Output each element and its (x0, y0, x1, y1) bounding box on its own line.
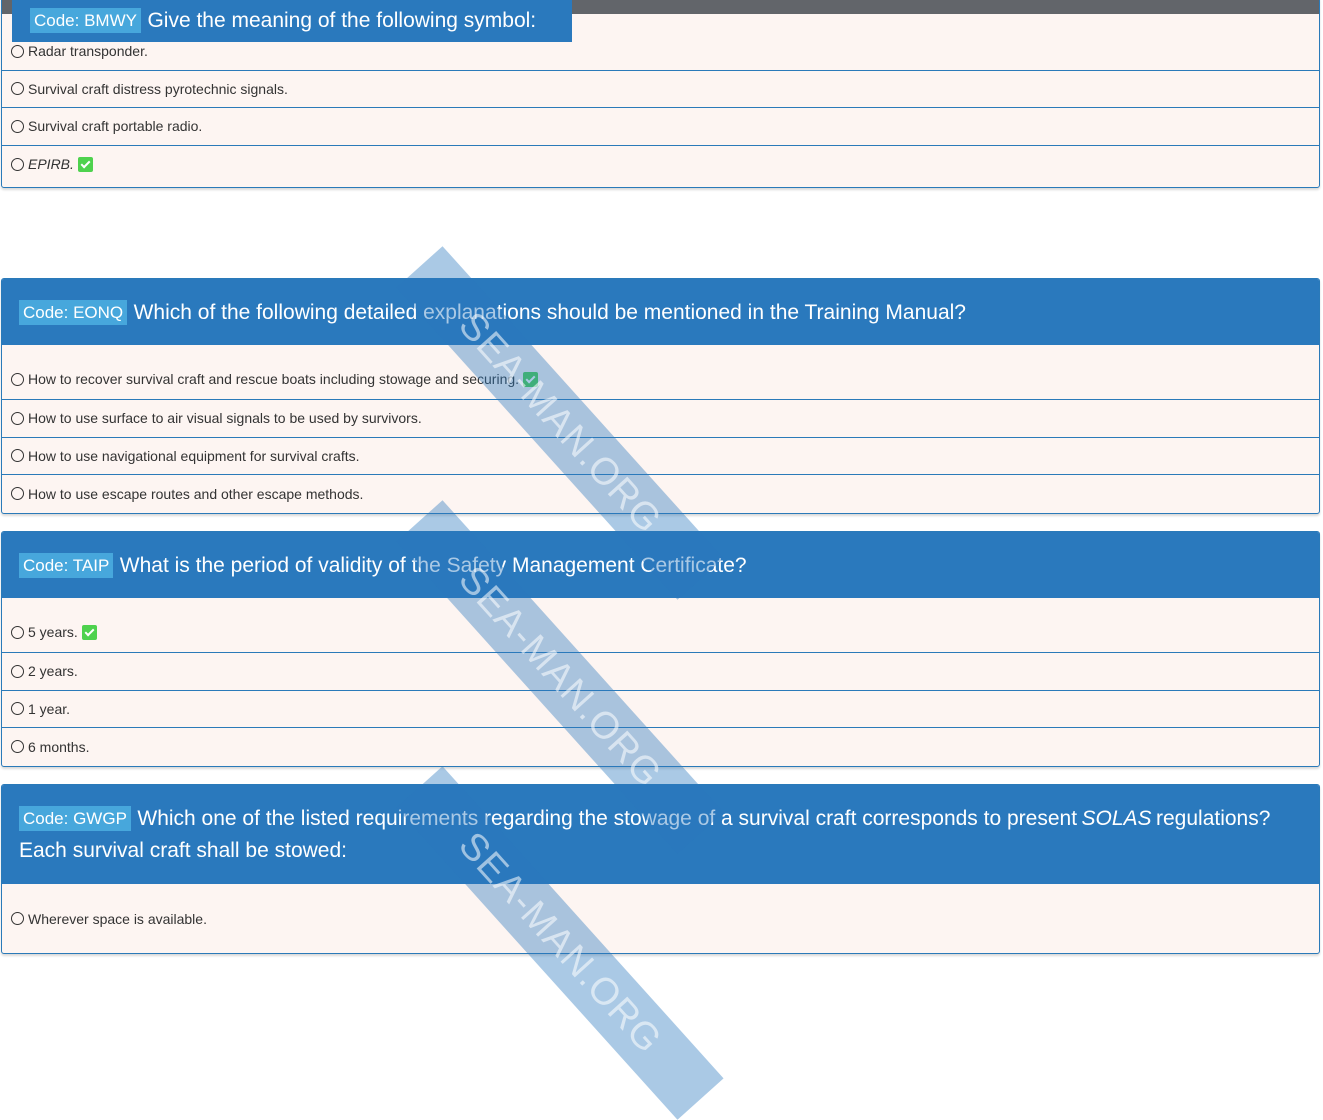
answer-option[interactable]: Survival craft portable radio. (2, 108, 1319, 146)
answer-option[interactable]: How to use surface to air visual signals… (2, 400, 1319, 438)
option-label: EPIRB. (28, 156, 74, 173)
question-code-badge: Code: TAIP (19, 553, 114, 578)
options-list: Wherever space is available. (2, 884, 1319, 939)
option-label: 6 months. (28, 738, 90, 755)
answer-option[interactable]: 1 year. (2, 691, 1319, 728)
answer-option[interactable]: EPIRB. (2, 146, 1319, 184)
question-card-taip: Code: TAIP What is the period of validit… (1, 531, 1320, 767)
option-label: Survival craft distress pyrotechnic sign… (28, 80, 288, 97)
option-label: How to use surface to air visual signals… (28, 410, 422, 427)
answer-option[interactable]: How to use navigational equipment for su… (2, 438, 1319, 475)
question-card-eonq: Code: EONQ Which of the following detail… (1, 278, 1320, 514)
answer-option[interactable]: How to recover survival craft and rescue… (2, 345, 1319, 400)
radio-icon[interactable] (11, 912, 24, 925)
radio-icon[interactable] (11, 740, 24, 754)
radio-icon[interactable] (11, 625, 24, 639)
radio-icon[interactable] (11, 411, 24, 425)
radio-icon[interactable] (11, 82, 24, 96)
question-header: Code: TAIP What is the period of validit… (2, 532, 1319, 598)
options-list: 5 years. 2 years. 1 year. 6 months. (2, 598, 1319, 766)
question-text: Give the meaning of the following symbol… (147, 9, 537, 32)
radio-icon[interactable] (11, 372, 24, 386)
question-card-gwgp: Code: GWGP Which one of the listed requi… (1, 784, 1320, 954)
question-text: Which one of the listed requirements reg… (137, 807, 1078, 830)
question-title-banner: Code: BMWY Give the meaning of the follo… (12, 0, 572, 42)
correct-check-icon (523, 371, 539, 387)
option-label: 2 years. (28, 663, 78, 680)
answer-option[interactable]: 2 years. (2, 653, 1319, 691)
option-label: 5 years. (28, 624, 78, 640)
option-label: Survival craft portable radio. (28, 118, 203, 135)
question-text: Which of the following detailed explanat… (133, 301, 966, 324)
option-label: Wherever space is available. (28, 910, 207, 927)
radio-icon[interactable] (11, 157, 24, 171)
options-list: Radar transponder. Survival craft distre… (2, 33, 1319, 183)
question-code-badge: Code: EONQ (19, 300, 128, 325)
radio-icon[interactable] (11, 702, 24, 716)
answer-option[interactable]: Wherever space is available. (2, 884, 1319, 939)
radio-icon[interactable] (11, 119, 24, 133)
answer-option[interactable]: 5 years. (2, 598, 1319, 653)
radio-icon[interactable] (11, 449, 24, 463)
options-list: How to recover survival craft and rescue… (2, 345, 1319, 513)
question-text: What is the period of validity of the Sa… (119, 554, 747, 577)
answer-option[interactable]: Survival craft distress pyrotechnic sign… (2, 71, 1319, 108)
correct-check-icon (77, 156, 93, 172)
question-code-badge: Code: GWGP (19, 806, 131, 831)
question-header: Code: GWGP Which one of the listed requi… (2, 785, 1319, 884)
question-text-end: regulations? (1156, 807, 1271, 830)
option-label: Radar transponder. (28, 43, 148, 60)
question-text-italic: SOLAS (1081, 807, 1152, 830)
option-label: 1 year. (28, 700, 71, 717)
radio-icon[interactable] (11, 44, 24, 58)
answer-option[interactable]: How to use escape routes and other escap… (2, 475, 1319, 513)
correct-check-icon (81, 624, 97, 640)
answer-option[interactable]: 6 months. (2, 728, 1319, 766)
option-label: How to recover survival craft and rescue… (28, 371, 520, 387)
radio-icon[interactable] (11, 487, 24, 501)
question-code-badge: Code: BMWY (30, 8, 141, 33)
question-text-line2: Each survival craft shall be stowed: (19, 839, 347, 862)
option-label: How to use escape routes and other escap… (28, 485, 364, 502)
radio-icon[interactable] (11, 664, 24, 678)
question-header: Code: EONQ Which of the following detail… (2, 279, 1319, 345)
option-label: How to use navigational equipment for su… (28, 447, 360, 464)
